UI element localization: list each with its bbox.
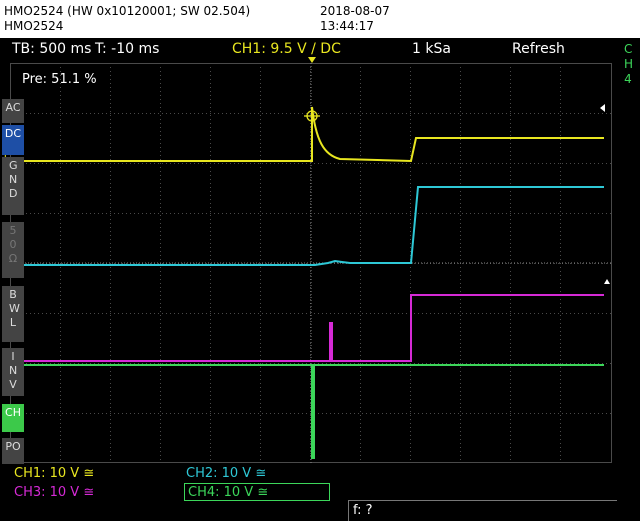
pretrigger-readout: Pre: 51.1 %: [22, 72, 97, 87]
gnd-button[interactable]: GND: [2, 157, 24, 215]
side-softkey-panel: [616, 38, 640, 520]
trigger-level-icon[interactable]: [600, 104, 605, 112]
ac-coupling-button[interactable]: AC: [2, 99, 24, 123]
status-bar: f: ?: [348, 500, 617, 521]
model-line: HMO2524 (HW 0x10120001; SW 02.504): [4, 4, 251, 18]
ch2-trace: [10, 186, 604, 266]
info-header: HMO2524 (HW 0x10120001; SW 02.504) HMO25…: [0, 0, 640, 38]
channel-on-button[interactable]: CH: [2, 404, 24, 432]
trigger-time-readout[interactable]: T: -10 ms: [95, 41, 159, 57]
ch4-scale[interactable]: CH4: 10 V ≅: [188, 485, 268, 500]
ch3-trace: [10, 294, 604, 362]
ch3-scale[interactable]: CH3: 10 V ≅: [14, 485, 94, 500]
trigger-crosshair-icon: [304, 108, 320, 124]
refresh-mode[interactable]: Refresh: [512, 41, 565, 57]
dc-coupling-button[interactable]: DC: [2, 125, 24, 155]
probe-button[interactable]: PO: [2, 438, 24, 464]
date-text: 2018-08-07: [320, 4, 390, 18]
model-name: HMO2524: [4, 19, 64, 33]
50-ohm-button[interactable]: 50Ω: [2, 222, 24, 278]
ch2-scale[interactable]: CH2: 10 V ≅: [186, 466, 266, 481]
ch1-scale[interactable]: CH1: 10 V ≅: [14, 466, 94, 481]
invert-button[interactable]: INV: [2, 348, 24, 396]
bwl-button[interactable]: BWL: [2, 286, 24, 342]
ch2-offset-icon[interactable]: [604, 279, 610, 284]
time-text: 13:44:17: [320, 19, 374, 33]
channel-label-text: CH4: [624, 42, 634, 86]
waveform-display[interactable]: [10, 63, 612, 463]
ch4-trace: [10, 364, 604, 459]
timebase-readout[interactable]: TB: 500 ms: [12, 41, 91, 57]
frequency-readout: f: ?: [353, 503, 373, 518]
trigger-position-icon[interactable]: [308, 57, 316, 63]
channel-label: CH4: [616, 42, 640, 87]
trigger-info[interactable]: CH1: 9.5 V / DC: [232, 41, 341, 57]
sample-rate: 1 kSa: [412, 41, 451, 57]
